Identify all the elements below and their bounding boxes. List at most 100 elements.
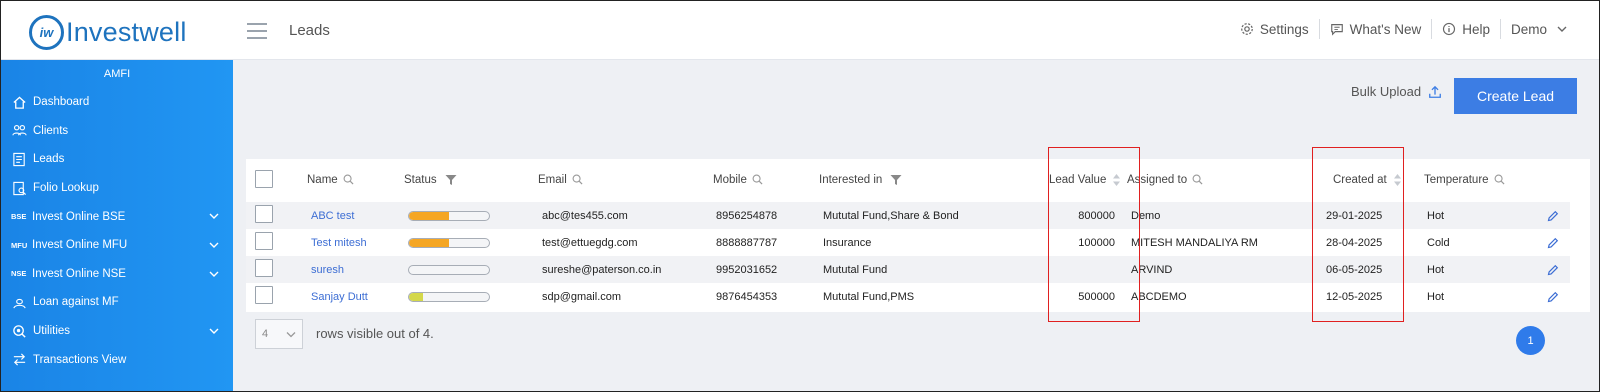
transfer-icon xyxy=(11,352,27,368)
utilities-icon xyxy=(11,323,27,339)
page-size-select[interactable]: 4 xyxy=(255,319,303,349)
main-content: Bulk Upload Create Lead Name Status Emai… xyxy=(233,60,1599,391)
sidebar-item-label: Utilities xyxy=(33,325,71,338)
column-header-mobile[interactable]: Mobile xyxy=(713,159,763,200)
row-checkbox[interactable] xyxy=(255,259,273,277)
interested-cell: Mututal Fund,PMS xyxy=(823,290,915,303)
row-checkbox[interactable] xyxy=(255,232,273,250)
lead-name-link[interactable]: ABC test xyxy=(311,202,354,229)
column-label: Email xyxy=(538,173,567,186)
sidebar-item-invest-online-mfu[interactable]: MFU Invest Online MFU xyxy=(1,231,233,260)
interested-cell: Mututal Fund,Share & Bond xyxy=(823,209,959,222)
nse-tag: NSE xyxy=(11,269,27,279)
search-icon[interactable] xyxy=(1494,174,1505,185)
sidebar-item-utilities[interactable]: Utilities xyxy=(1,317,233,346)
mobile-cell: 9952031652 xyxy=(716,263,778,276)
sidebar-item-clients[interactable]: Clients xyxy=(1,117,233,146)
bulk-upload-label: Bulk Upload xyxy=(1351,84,1422,99)
interested-cell: Mututal Fund xyxy=(823,263,888,276)
loan-icon xyxy=(11,294,27,310)
search-icon[interactable] xyxy=(572,174,583,185)
email-cell: sdp@gmail.com xyxy=(542,290,622,303)
column-header-name[interactable]: Name xyxy=(307,159,354,200)
status-progress-bar xyxy=(408,291,490,302)
header-actions: Settings What's New Help Demo xyxy=(1230,19,1577,39)
chevron-down-icon xyxy=(1557,26,1567,32)
user-menu[interactable]: Demo xyxy=(1501,19,1577,39)
row-checkbox[interactable] xyxy=(255,286,273,304)
mobile-cell: 8956254878 xyxy=(716,209,778,222)
sidebar-item-label: Invest Online MFU xyxy=(32,239,128,252)
status-cell xyxy=(408,283,490,310)
settings-label: Settings xyxy=(1259,21,1309,37)
page-number-button[interactable]: 1 xyxy=(1516,326,1545,355)
assigned-cell: MITESH MANDALIYA RM xyxy=(1131,236,1258,249)
top-bar: iw Investwell Leads Settings What's New … xyxy=(1,1,1599,60)
sidebar-item-folio-lookup[interactable]: Folio Lookup xyxy=(1,174,233,203)
lead-name-link[interactable]: suresh xyxy=(311,256,344,283)
hamburger-menu-icon[interactable] xyxy=(247,23,267,39)
created-at-highlight-box xyxy=(1312,147,1404,322)
column-header-status[interactable]: Status xyxy=(404,159,457,200)
whats-new-label: What's New xyxy=(1349,21,1422,37)
rows-visible-text: rows visible out of 4. xyxy=(316,326,434,341)
sidebar-item-label: Invest Online NSE xyxy=(32,267,126,280)
sidebar-item-transactions-view[interactable]: Transactions View xyxy=(1,345,233,374)
chevron-down-icon xyxy=(286,332,296,338)
status-progress-fill xyxy=(409,292,423,301)
select-all-checkbox[interactable] xyxy=(255,170,273,188)
column-header-temperature[interactable]: Temperature xyxy=(1424,159,1505,200)
chevron-down-icon xyxy=(209,213,219,220)
status-progress-bar xyxy=(408,237,490,248)
sidebar-item-label: Dashboard xyxy=(33,96,90,109)
folio-icon xyxy=(11,180,27,196)
edit-icon[interactable] xyxy=(1547,283,1559,310)
status-cell xyxy=(408,202,490,229)
status-progress-fill xyxy=(409,238,449,247)
temperature-cell: Hot xyxy=(1427,263,1445,276)
leads-icon xyxy=(11,151,27,167)
column-label: Interested in xyxy=(819,173,883,186)
search-icon[interactable] xyxy=(343,174,354,185)
edit-icon[interactable] xyxy=(1547,202,1559,229)
sidebar-item-label: Invest Online BSE xyxy=(32,210,126,223)
lead-name-link[interactable]: Sanjay Dutt xyxy=(311,283,368,310)
sidebar-item-invest-online-nse[interactable]: NSE Invest Online NSE xyxy=(1,260,233,289)
column-header-interested-in[interactable]: Interested in xyxy=(819,159,902,200)
upload-icon xyxy=(1429,85,1442,98)
interested-cell: Insurance xyxy=(823,236,872,249)
email-cell: sureshe@paterson.co.in xyxy=(542,263,662,276)
sidebar-item-loan-against-mf[interactable]: Loan against MF xyxy=(1,288,233,317)
page-size-value: 4 xyxy=(262,328,269,340)
mfu-tag: MFU xyxy=(11,240,28,250)
filter-icon[interactable] xyxy=(445,174,457,186)
filter-icon[interactable] xyxy=(890,174,902,186)
chevron-down-icon xyxy=(209,271,219,277)
sidebar-item-dashboard[interactable]: Dashboard xyxy=(1,88,233,117)
mobile-cell: 9876454353 xyxy=(716,290,778,303)
sidebar-item-invest-online-bse[interactable]: BSE Invest Online BSE xyxy=(1,202,233,231)
status-progress-fill xyxy=(409,211,449,220)
settings-link[interactable]: Settings xyxy=(1230,19,1320,39)
email-cell: abc@tes455.com xyxy=(542,209,628,222)
search-icon[interactable] xyxy=(752,174,763,185)
bse-tag: BSE xyxy=(11,212,27,222)
gear-icon xyxy=(1240,23,1253,35)
column-header-email[interactable]: Email xyxy=(538,159,583,200)
sidebar-item-leads[interactable]: Leads xyxy=(1,145,233,174)
home-icon xyxy=(11,94,27,110)
status-cell xyxy=(408,229,490,256)
column-label: Temperature xyxy=(1424,173,1489,186)
sidebar-item-label: Leads xyxy=(33,153,65,166)
lead-name-link[interactable]: Test mitesh xyxy=(311,229,367,256)
help-link[interactable]: Help xyxy=(1432,19,1501,39)
edit-icon[interactable] xyxy=(1547,256,1559,283)
investwell-logo[interactable]: iw Investwell xyxy=(29,15,187,50)
create-lead-button[interactable]: Create Lead xyxy=(1454,78,1577,114)
whats-new-link[interactable]: What's New xyxy=(1320,19,1433,39)
bulk-upload-button[interactable]: Bulk Upload xyxy=(1351,84,1442,99)
search-icon[interactable] xyxy=(1192,174,1203,185)
row-checkbox[interactable] xyxy=(255,205,273,223)
edit-icon[interactable] xyxy=(1547,229,1559,256)
sidebar-item-label: Clients xyxy=(33,124,69,137)
